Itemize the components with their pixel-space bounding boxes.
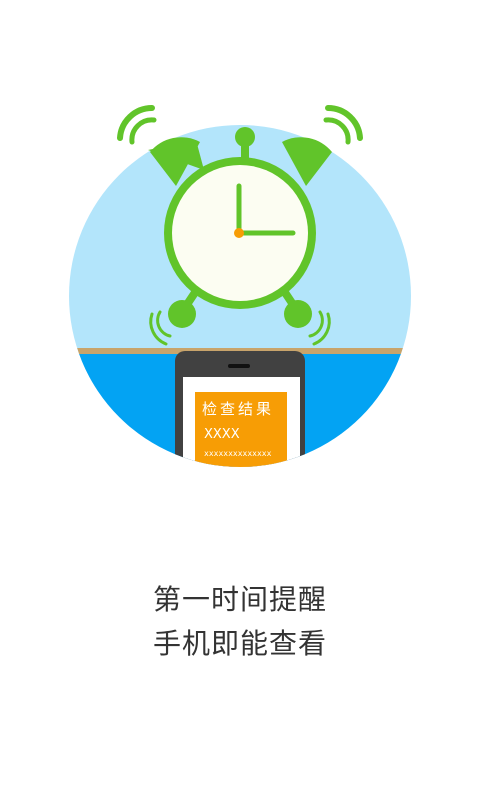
phone-icon: 检查结果 XXXX xxxxxxxxxxxxxx xyxy=(175,351,305,467)
vibration-waves-top-left xyxy=(117,104,157,145)
phone-speaker xyxy=(228,364,250,368)
illustration: 检查结果 XXXX xxxxxxxxxxxxxx xyxy=(69,104,411,467)
result-card-placeholder-long: xxxxxxxxxxxxxx xyxy=(204,449,272,458)
clock-center-dot xyxy=(234,228,244,238)
caption-line-1: 第一时间提醒 xyxy=(152,583,327,616)
caption: 第一时间提醒 手机即能查看 xyxy=(0,578,480,666)
right-foot xyxy=(284,300,312,328)
left-foot xyxy=(168,300,196,328)
result-card-placeholder-short: XXXX xyxy=(204,427,240,442)
onboarding-screen: 检查结果 XXXX xxxxxxxxxxxxxx 第一时间提醒 手机即能查看 xyxy=(0,0,480,800)
vibration-waves-top-right xyxy=(323,104,363,145)
caption-line-2: 手机即能查看 xyxy=(152,627,327,660)
result-card-title: 检查结果 xyxy=(202,400,274,418)
